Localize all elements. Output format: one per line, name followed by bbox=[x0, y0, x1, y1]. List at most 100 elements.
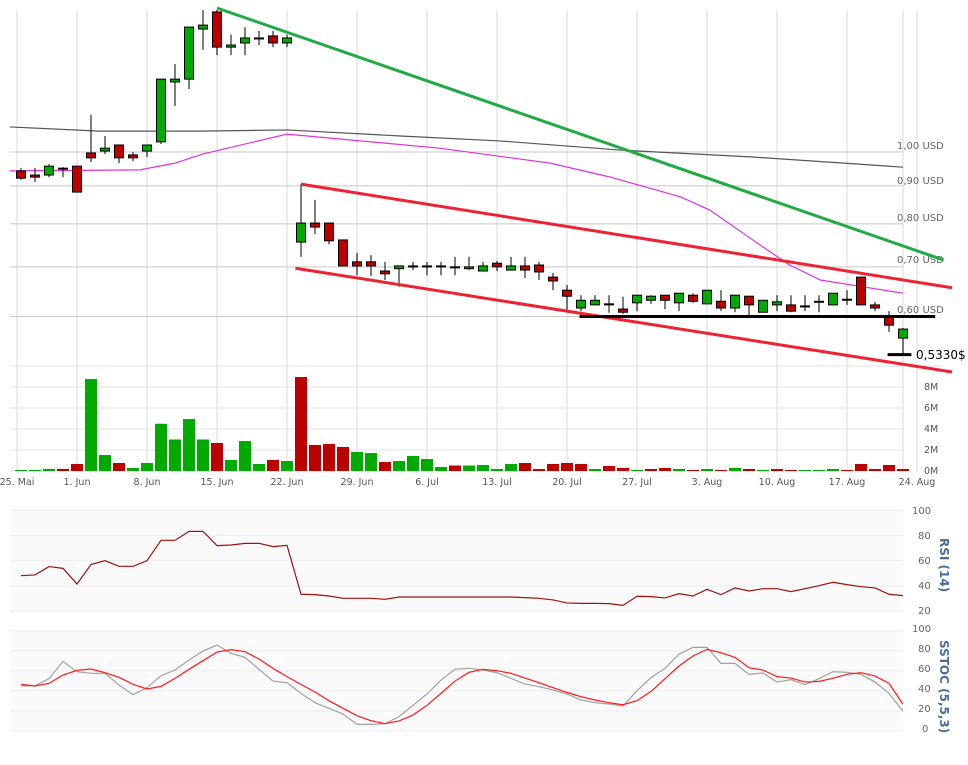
candle-body bbox=[100, 147, 110, 152]
x-tick-label: 27. Jul bbox=[622, 477, 652, 488]
candle-body bbox=[184, 26, 194, 80]
x-tick-label: 22. Jun bbox=[271, 477, 304, 488]
candle-body bbox=[828, 292, 838, 306]
vertical-gridlines bbox=[16, 10, 918, 472]
volume-tick-label: 8M bbox=[924, 382, 938, 393]
rsi-axis: 100 80 60 40 20 RSI (14) bbox=[912, 506, 951, 617]
candle-body bbox=[72, 165, 82, 193]
volume-bar bbox=[29, 469, 41, 471]
candle-body bbox=[226, 44, 236, 48]
candle-body bbox=[898, 328, 908, 339]
rsi-tick-label: 40 bbox=[918, 581, 931, 592]
candle-body bbox=[142, 144, 152, 152]
candle-body bbox=[464, 266, 474, 270]
x-axis-labels: 25. Mai 1. Jun 8. Jun 15. Jun 22. Jun 29. Jun… bbox=[0, 477, 935, 488]
volume-bar bbox=[869, 469, 881, 471]
volume-bar bbox=[505, 463, 517, 471]
volume-bar bbox=[323, 444, 335, 471]
candle-body bbox=[450, 266, 460, 269]
volume-bar bbox=[113, 463, 125, 471]
candle-body bbox=[730, 294, 740, 309]
candle-body bbox=[212, 11, 222, 48]
sstoc-tick-label: 80 bbox=[918, 644, 931, 655]
volume-bar bbox=[211, 442, 223, 471]
candle-body bbox=[604, 303, 614, 306]
candle-body bbox=[114, 144, 124, 159]
volume-tick-label: 4M bbox=[924, 424, 938, 435]
volume-bar bbox=[673, 469, 685, 471]
volume-bar bbox=[309, 444, 321, 471]
volume-tick-label: 6M bbox=[924, 403, 938, 414]
volume-bars bbox=[15, 377, 909, 471]
volume-bar bbox=[617, 467, 629, 471]
candle-body bbox=[128, 154, 138, 159]
volume-bar bbox=[813, 469, 825, 471]
candle-body bbox=[366, 261, 376, 267]
sstoc-axis: 100 80 60 40 20 0 SSTOC (5,5,3) bbox=[912, 624, 951, 735]
candle-body bbox=[758, 299, 768, 313]
trendlines bbox=[216, 6, 953, 374]
volume-bar bbox=[99, 455, 111, 471]
volume-bar bbox=[71, 463, 83, 471]
candle-body bbox=[16, 170, 26, 179]
candle-body bbox=[324, 222, 334, 242]
volume-bar bbox=[141, 463, 153, 471]
x-tick-label: 25. Mai bbox=[0, 477, 34, 488]
candle-body bbox=[856, 276, 866, 306]
candle-body bbox=[590, 299, 600, 306]
volume-bar bbox=[337, 446, 349, 471]
volume-bar bbox=[43, 468, 55, 471]
candle-body bbox=[296, 222, 306, 243]
rsi-tick-label: 100 bbox=[912, 506, 931, 517]
volume-bar bbox=[379, 461, 391, 471]
volume-bar bbox=[253, 463, 265, 471]
price-tick-label: 0,80 USD bbox=[897, 213, 944, 224]
candle-body bbox=[254, 37, 264, 40]
sstoc-panel-bg bbox=[10, 631, 903, 731]
candle-body bbox=[282, 37, 292, 44]
x-tick-label: 24. Aug bbox=[899, 477, 936, 488]
volume-bar bbox=[687, 469, 699, 471]
candle-body bbox=[338, 239, 348, 267]
candle-body bbox=[576, 299, 586, 309]
volume-bar bbox=[743, 469, 755, 471]
volume-tick-label: 0M bbox=[924, 466, 938, 477]
volume-bar bbox=[281, 461, 293, 471]
candle-body bbox=[198, 24, 208, 30]
volume-bar bbox=[883, 465, 895, 471]
volume-axis: 8M 6M 4M 2M 0M bbox=[924, 382, 938, 477]
volume-bar bbox=[645, 469, 657, 471]
candle-body bbox=[772, 301, 782, 306]
candle-body bbox=[548, 276, 558, 282]
volume-bar bbox=[561, 463, 573, 471]
volume-bar bbox=[897, 469, 909, 471]
x-tick-label: 29. Jun bbox=[341, 477, 374, 488]
volume-bar bbox=[589, 469, 601, 471]
panel-backgrounds bbox=[10, 510, 903, 731]
candle-body bbox=[814, 300, 824, 303]
volume-bar bbox=[449, 465, 461, 471]
volume-bar bbox=[155, 423, 167, 471]
channel-lower-trendline bbox=[295, 266, 953, 374]
candle-body bbox=[240, 37, 250, 44]
volume-bar bbox=[785, 469, 797, 471]
volume-bar bbox=[85, 379, 97, 471]
rsi-tick-label: 60 bbox=[918, 556, 931, 567]
x-tick-label: 3. Aug bbox=[692, 477, 723, 488]
candle-body bbox=[436, 265, 446, 268]
volume-bar bbox=[841, 469, 853, 471]
volume-bar bbox=[771, 469, 783, 471]
rsi-title: RSI (14) bbox=[937, 538, 951, 592]
volume-bar bbox=[225, 459, 237, 471]
candle-body bbox=[268, 35, 278, 44]
volume-tick-label: 2M bbox=[924, 445, 938, 456]
candle-body bbox=[800, 305, 810, 308]
sstoc-title: SSTOC (5,5,3) bbox=[937, 640, 951, 733]
last-price-label: 0,5330$ bbox=[916, 348, 966, 362]
volume-bar bbox=[729, 467, 741, 471]
volume-bar bbox=[477, 465, 489, 471]
volume-bar bbox=[631, 469, 643, 471]
candle-body bbox=[492, 262, 502, 268]
volume-bar bbox=[715, 469, 727, 471]
price-tick-label: 0,60 USD bbox=[897, 305, 944, 316]
